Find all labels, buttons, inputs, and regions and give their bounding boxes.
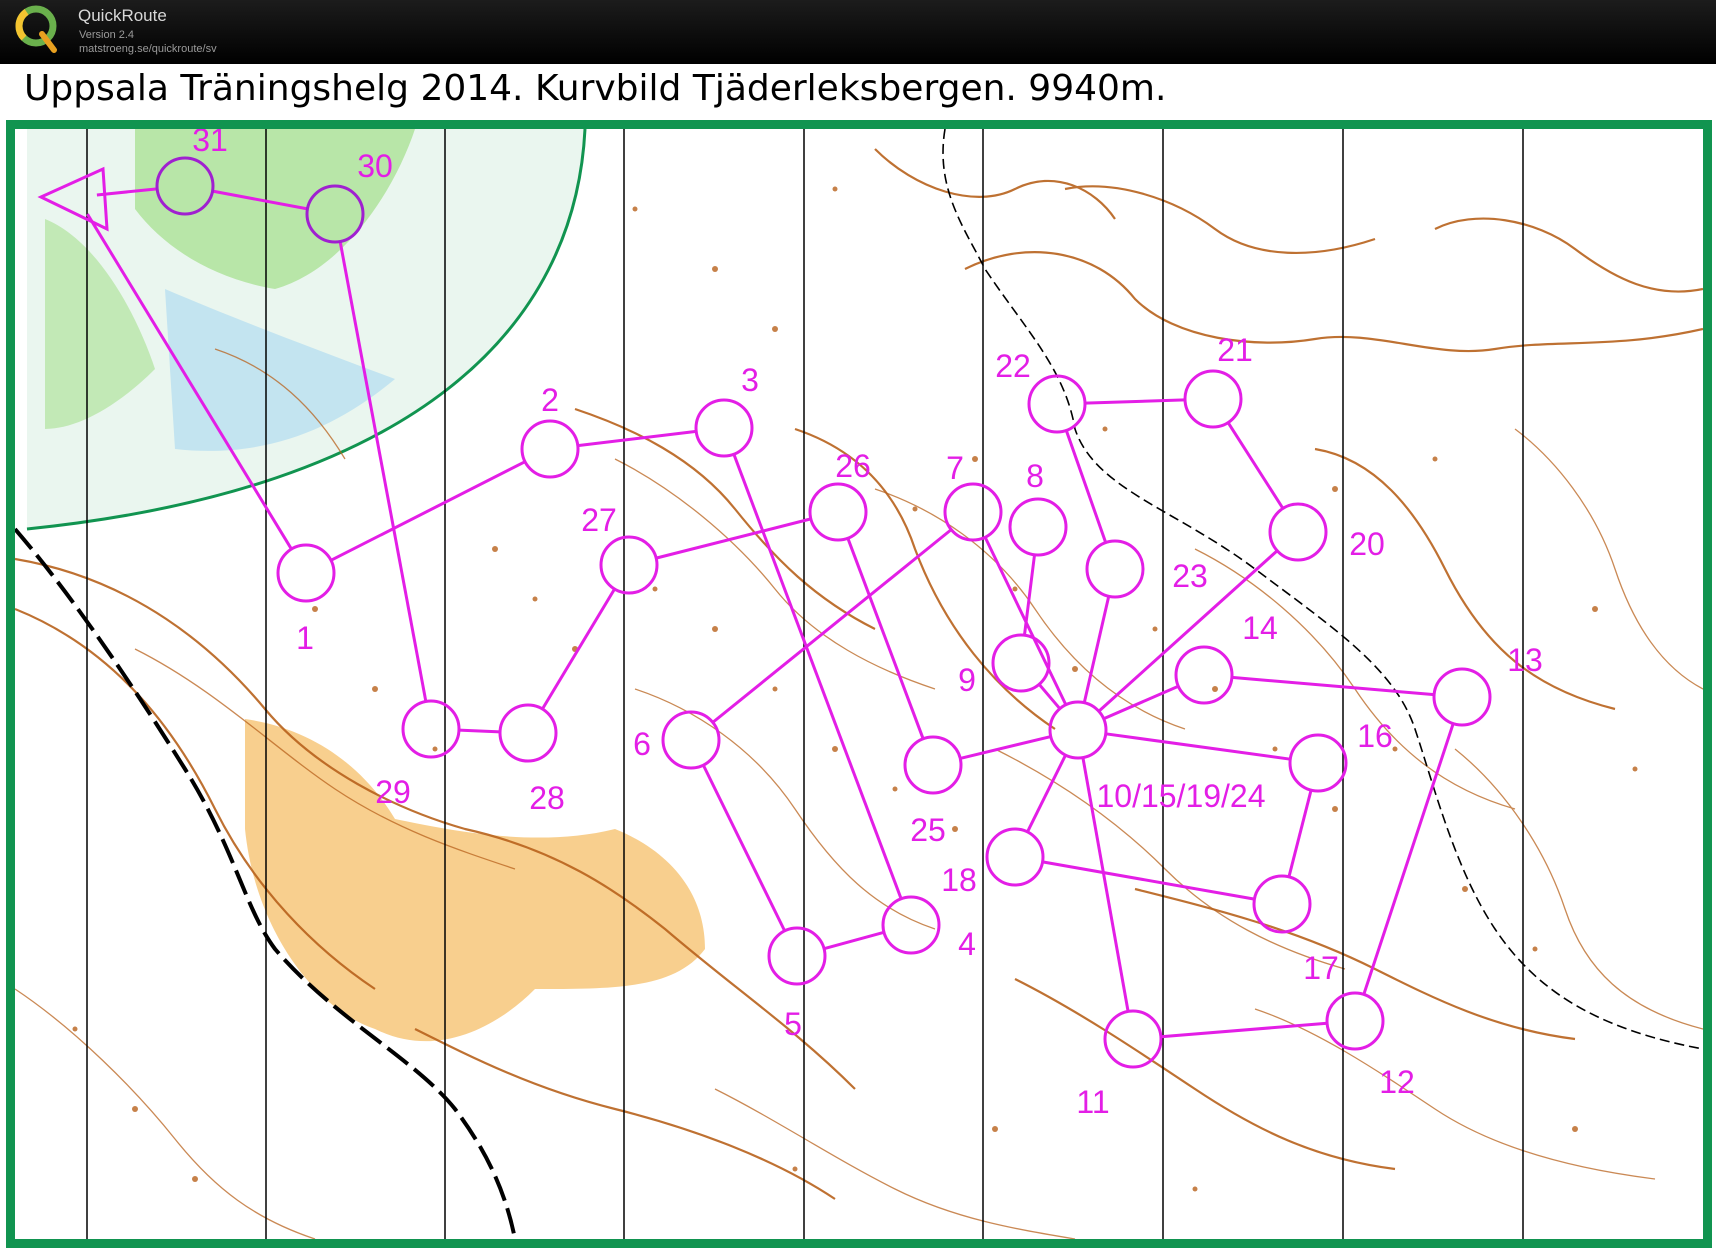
course-leg [330, 460, 526, 562]
course-leg [732, 453, 903, 900]
control-circle[interactable] [401, 699, 461, 759]
control-number: 26 [835, 448, 871, 484]
control-circle[interactable] [985, 827, 1045, 887]
control-number: 11 [1076, 1084, 1109, 1120]
control-circle[interactable] [599, 535, 659, 595]
control-number: 4 [958, 926, 976, 962]
course-leg [1287, 789, 1313, 878]
control-number: 14 [1242, 610, 1278, 646]
course-leg [1042, 860, 1255, 901]
course-leg [458, 728, 501, 734]
course-leg [1064, 429, 1108, 544]
control-number: 18 [941, 862, 977, 898]
control-circle[interactable] [520, 419, 580, 479]
control-number: 23 [1172, 558, 1208, 594]
control-circle[interactable] [1325, 991, 1385, 1051]
control-number: 6 [633, 726, 651, 762]
control-circle[interactable] [694, 398, 754, 458]
course-leg [1362, 723, 1455, 995]
control-circle[interactable] [767, 926, 827, 986]
control-circle[interactable] [1103, 1009, 1163, 1069]
control-number: 21 [1217, 332, 1253, 368]
control-number: 30 [357, 148, 393, 184]
control-number: 7 [946, 450, 964, 486]
terrain-layer [15, 129, 1703, 1239]
control-number: 1 [296, 620, 314, 656]
control-number: 3 [741, 362, 759, 398]
course-leg [1231, 675, 1435, 697]
control-circle[interactable] [1008, 497, 1068, 557]
course-leg [541, 588, 616, 710]
course-leg [959, 735, 1052, 760]
control-circle[interactable] [1288, 733, 1348, 793]
map-frame[interactable]: 31 30 1 2 3 26 27 7 8 22 21 20 23 9 14 13 10/15/19/24 16 6… [6, 120, 1712, 1248]
orienteering-map[interactable]: 313012326277 822 2120239141310/15/19/24166… [15, 129, 1703, 1239]
control-number: 31 [192, 129, 228, 158]
control-circle[interactable] [661, 710, 721, 770]
control-number: 10/15/19/24 [1096, 778, 1265, 814]
control-number: 16 [1357, 718, 1393, 754]
control-circle[interactable] [1048, 700, 1108, 760]
course-leg [1084, 398, 1186, 405]
control-number: 28 [529, 780, 565, 816]
control-circle[interactable] [1183, 369, 1243, 429]
control-circle[interactable] [1432, 667, 1492, 727]
control-circle[interactable] [991, 633, 1051, 693]
control-number: 5 [784, 1006, 802, 1042]
control-circle[interactable] [1252, 874, 1312, 934]
control-number: 8 [1026, 458, 1044, 494]
app-version: Version 2.4 [79, 29, 135, 41]
control-number: 2 [541, 382, 559, 418]
course-leg [701, 764, 787, 932]
course-leg [1160, 1021, 1328, 1039]
control-number: 9 [958, 662, 976, 698]
control-number: 25 [910, 812, 946, 848]
map-title: Uppsala Träningshelg 2014. Kurvbild Tjäd… [24, 68, 1167, 109]
control-circle[interactable] [498, 703, 558, 763]
control-number: 29 [375, 774, 411, 810]
course-leg [1026, 754, 1067, 833]
control-number: 20 [1349, 526, 1385, 562]
control-circle[interactable] [943, 482, 1003, 542]
control-number: 17 [1303, 950, 1339, 986]
app-titlebar: QuickRoute Version 2.4 matstroeng.se/qui… [0, 0, 1716, 64]
control-number: 22 [995, 348, 1031, 384]
control-circle[interactable] [1174, 645, 1234, 705]
course-leg [655, 517, 812, 560]
control-circle[interactable] [808, 482, 868, 542]
control-circle[interactable] [1268, 502, 1328, 562]
control-number: 13 [1507, 642, 1543, 678]
app-url-link[interactable]: matstroeng.se/quickroute/sv [79, 43, 217, 55]
control-number: 12 [1379, 1064, 1415, 1100]
control-circle[interactable] [881, 895, 941, 955]
course-leg [823, 930, 885, 951]
quickroute-logo-icon [14, 4, 70, 60]
control-number: 27 [581, 502, 617, 538]
control-circle[interactable] [903, 735, 963, 795]
course-leg [1105, 732, 1291, 761]
app-name: QuickRoute [78, 6, 167, 25]
course-leg [1226, 421, 1285, 510]
control-circle[interactable] [1085, 539, 1145, 599]
boundary-path [942, 129, 1703, 1050]
course-leg [1022, 554, 1037, 636]
open-land-area [245, 719, 705, 1042]
course-leg [846, 537, 925, 740]
course-leg [1103, 684, 1179, 721]
control-circle[interactable] [276, 543, 336, 603]
control-circle[interactable] [1027, 374, 1087, 434]
